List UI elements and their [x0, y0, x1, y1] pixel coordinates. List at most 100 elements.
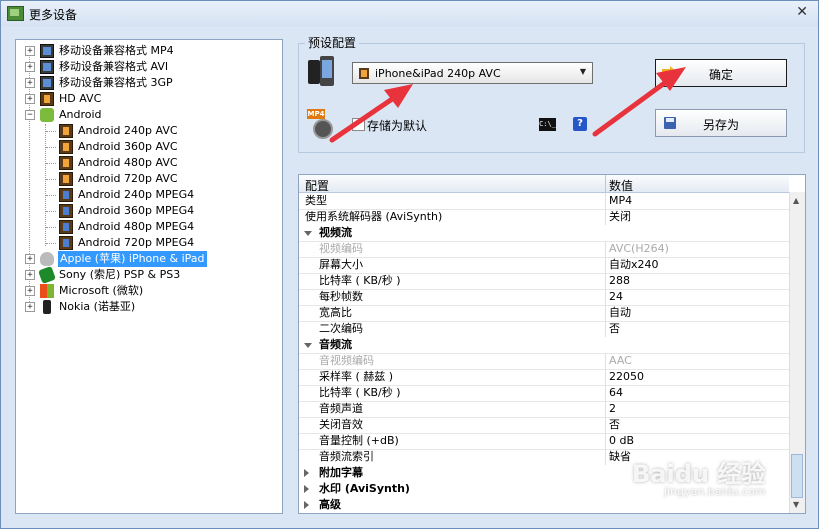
- grid-row-fps[interactable]: 每秒帧数 24: [299, 289, 789, 306]
- tree-item-microsoft[interactable]: + Microsoft (微软): [16, 283, 276, 299]
- tree-item-sony[interactable]: + Sony (索尼) PSP & PS3: [16, 266, 276, 284]
- save-default-checkbox[interactable]: [352, 118, 365, 131]
- apple-icon: [40, 252, 54, 266]
- tree-item-label: Android 360p MPEG4: [78, 204, 195, 217]
- row-value[interactable]: 自动: [609, 305, 631, 321]
- grid-row-video-bitrate[interactable]: 比特率 ( KB/秒 ) 288: [299, 273, 789, 290]
- grid-header: 配置 数值: [299, 175, 789, 193]
- command-line-icon[interactable]: C:\_: [539, 118, 556, 131]
- ok-button[interactable]: 确定: [655, 59, 787, 87]
- dropdown-arrow-icon[interactable]: ▼: [580, 67, 586, 76]
- row-name: 音频声道: [319, 402, 363, 415]
- grid-row-sample-rate[interactable]: 采样率 ( 赫兹 ) 22050: [299, 369, 789, 386]
- tree-item-label: HD AVC: [59, 92, 102, 105]
- tree-item-3gp[interactable]: + 移动设备兼容格式 3GP: [16, 75, 276, 91]
- row-value[interactable]: 64: [609, 385, 623, 401]
- preset-select-value: iPhone&iPad 240p AVC: [375, 67, 501, 80]
- tree-item-android-360p-avc[interactable]: Android 360p AVC: [16, 139, 276, 155]
- category-name: 音频流: [319, 338, 352, 351]
- row-value[interactable]: 288: [609, 273, 630, 289]
- row-value[interactable]: 否: [609, 321, 620, 337]
- save-default-label[interactable]: 存储为默认: [367, 117, 427, 134]
- scroll-down-icon[interactable]: ▼: [793, 500, 799, 509]
- preset-group-label: 预设配置: [305, 34, 360, 51]
- expand-triangle-icon[interactable]: [304, 501, 309, 509]
- tree-item-android-480p-mpeg4[interactable]: Android 480p MPEG4: [16, 219, 276, 235]
- column-header-setting[interactable]: 配置: [305, 177, 329, 194]
- tree-item-avi[interactable]: + 移动设备兼容格式 AVI: [16, 59, 276, 75]
- collapse-triangle-icon[interactable]: [304, 231, 312, 236]
- film-icon: [59, 156, 73, 170]
- grid-row-audio-channels[interactable]: 音频声道 2: [299, 401, 789, 418]
- close-icon[interactable]: ✕: [796, 4, 808, 20]
- row-value[interactable]: 缺省: [609, 449, 631, 465]
- grid-category-advanced[interactable]: 高级: [299, 497, 789, 513]
- grid-category-video[interactable]: 视频流: [299, 225, 789, 242]
- grid-row-type[interactable]: 类型 MP4: [299, 193, 789, 210]
- expand-icon[interactable]: +: [25, 94, 35, 104]
- film-blue-icon: [59, 236, 73, 250]
- grid-row-audio-bitrate[interactable]: 比特率 ( KB/秒 ) 64: [299, 385, 789, 402]
- collapse-icon[interactable]: −: [25, 110, 35, 120]
- row-name: 使用系统解码器 (AviSynth): [305, 210, 443, 223]
- phones-icon: [40, 76, 54, 90]
- expand-icon[interactable]: +: [25, 286, 35, 296]
- row-value[interactable]: 自动x240: [609, 257, 659, 273]
- scroll-up-icon[interactable]: ▲: [793, 196, 799, 205]
- column-header-value[interactable]: 数值: [609, 177, 633, 194]
- grid-row-system-decoder[interactable]: 使用系统解码器 (AviSynth) 关闭: [299, 209, 789, 226]
- device-tree[interactable]: + 移动设备兼容格式 MP4 + 移动设备兼容格式 AVI + 移动设备兼容格式…: [15, 39, 283, 514]
- tree-item-android-720p-avc[interactable]: Android 720p AVC: [16, 171, 276, 187]
- expand-triangle-icon[interactable]: [304, 469, 309, 477]
- expand-icon[interactable]: +: [25, 62, 35, 72]
- scroll-thumb[interactable]: [791, 454, 803, 498]
- tree-item-android-240p-avc[interactable]: Android 240p AVC: [16, 123, 276, 139]
- row-name: 宽高比: [319, 306, 352, 319]
- row-name: 屏幕大小: [319, 258, 363, 271]
- tree-item-label: Apple (苹果) iPhone & iPad: [58, 251, 207, 267]
- tree-item-label: Nokia (诺基亚): [59, 300, 136, 313]
- tree-item-android-240p-mpeg4[interactable]: Android 240p MPEG4: [16, 187, 276, 203]
- row-name: 采样率 ( 赫兹 ): [319, 370, 394, 383]
- save-as-button[interactable]: 另存为: [655, 109, 787, 137]
- expand-triangle-icon[interactable]: [304, 485, 309, 493]
- film-icon: [59, 140, 73, 154]
- tree-item-hd-avc[interactable]: + HD AVC: [16, 91, 276, 107]
- row-value[interactable]: 22050: [609, 369, 644, 385]
- grid-category-audio[interactable]: 音频流: [299, 337, 789, 354]
- tree-item-android[interactable]: − Android: [16, 107, 276, 123]
- tree-item-nokia[interactable]: + Nokia (诺基亚): [16, 299, 276, 315]
- grid-row-video-codec: 视频编码 AVC(H264): [299, 241, 789, 258]
- grid-row-mute[interactable]: 关闭音效 否: [299, 417, 789, 434]
- category-name: 高级: [319, 498, 341, 511]
- tree-item-apple[interactable]: + Apple (苹果) iPhone & iPad: [16, 251, 276, 267]
- preset-select[interactable]: iPhone&iPad 240p AVC ▼: [352, 62, 593, 84]
- row-value[interactable]: 0 dB: [609, 433, 634, 449]
- row-name: 比特率 ( KB/秒 ): [319, 386, 401, 399]
- grid-row-volume[interactable]: 音量控制 (+dB) 0 dB: [299, 433, 789, 450]
- tree-item-label: Android 240p MPEG4: [78, 188, 195, 201]
- expand-icon[interactable]: +: [25, 78, 35, 88]
- grid-scrollbar[interactable]: ▲ ▼: [789, 192, 805, 513]
- row-value[interactable]: 24: [609, 289, 623, 305]
- tree-item-label: Android 360p AVC: [78, 140, 178, 153]
- row-value[interactable]: 否: [609, 417, 620, 433]
- grid-row-screen-size[interactable]: 屏幕大小 自动x240: [299, 257, 789, 274]
- tree-item-android-720p-mpeg4[interactable]: Android 720p MPEG4: [16, 235, 276, 251]
- help-icon[interactable]: ?: [573, 117, 587, 131]
- column-separator: [605, 175, 606, 192]
- tree-item-android-480p-avc[interactable]: Android 480p AVC: [16, 155, 276, 171]
- grid-row-aspect-ratio[interactable]: 宽高比 自动: [299, 305, 789, 322]
- expand-icon[interactable]: +: [25, 270, 35, 280]
- grid-row-two-pass[interactable]: 二次编码 否: [299, 321, 789, 338]
- row-value[interactable]: 关闭: [609, 209, 631, 225]
- expand-icon[interactable]: +: [25, 254, 35, 264]
- row-name: 类型: [305, 194, 327, 207]
- row-value[interactable]: 2: [609, 401, 616, 417]
- row-value[interactable]: MP4: [609, 193, 632, 209]
- tree-item-android-360p-mpeg4[interactable]: Android 360p MPEG4: [16, 203, 276, 219]
- expand-icon[interactable]: +: [25, 302, 35, 312]
- tree-item-mp4[interactable]: + 移动设备兼容格式 MP4: [16, 43, 276, 59]
- expand-icon[interactable]: +: [25, 46, 35, 56]
- collapse-triangle-icon[interactable]: [304, 343, 312, 348]
